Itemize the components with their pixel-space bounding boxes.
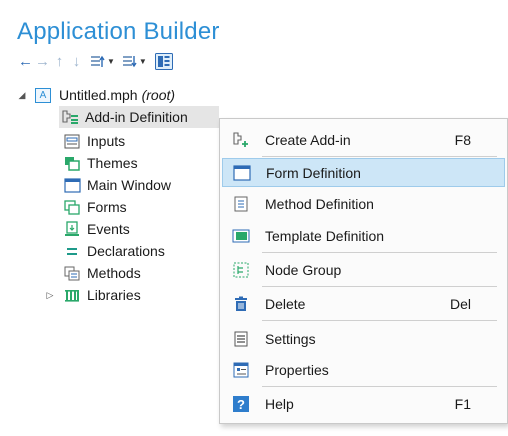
template-definition-icon <box>230 227 252 245</box>
arrow-up-icon[interactable]: ↑ <box>51 52 68 70</box>
show-panel-button[interactable] <box>154 52 173 70</box>
events-icon <box>63 221 81 237</box>
insert-above-icon <box>91 55 105 67</box>
menu-item-help[interactable]: ? Help F1 <box>222 389 505 418</box>
tree-node-label: Events <box>87 221 130 237</box>
menu-item-label: Properties <box>265 361 329 378</box>
menu-separator <box>262 252 497 253</box>
insert-above-dropdown[interactable]: ▼ <box>91 52 115 70</box>
tree-node-themes[interactable]: Themes <box>63 152 138 174</box>
tree-node-events[interactable]: Events <box>63 218 130 240</box>
arrow-left-icon[interactable]: ← <box>17 52 34 70</box>
create-add-in-icon <box>230 131 252 149</box>
tree-node-label: Inputs <box>87 133 126 149</box>
menu-item-label: Method Definition <box>265 195 374 212</box>
menu-item-create-add-in[interactable]: Create Add-in F8 <box>222 125 505 154</box>
menu-item-method-definition[interactable]: Method Definition <box>222 189 505 218</box>
menu-separator <box>262 156 497 157</box>
menu-separator <box>262 320 497 321</box>
tree-node-methods[interactable]: Methods <box>63 262 141 284</box>
tree-node-label: Libraries <box>87 287 141 303</box>
help-icon: ? <box>230 395 252 413</box>
properties-icon <box>230 361 252 379</box>
form-definition-icon <box>231 164 253 182</box>
toolbar: ← → ↑ ↓ ▼ ▼ <box>17 52 173 70</box>
menu-item-label: Delete <box>265 295 306 312</box>
tree-node-label: Main Window <box>87 177 172 193</box>
menu-item-label: Template Definition <box>265 227 385 244</box>
menu-item-template-definition[interactable]: Template Definition <box>222 221 505 250</box>
libraries-icon <box>63 287 81 303</box>
inputs-icon <box>63 133 81 149</box>
tree-node-declarations[interactable]: Declarations <box>63 240 165 262</box>
main-window-icon <box>63 177 81 193</box>
menu-item-label: Form Definition <box>266 164 361 181</box>
arrow-right-icon[interactable]: → <box>34 52 51 70</box>
menu-item-node-group[interactable]: Node Group <box>222 255 505 284</box>
menu-item-label: Settings <box>265 330 316 347</box>
method-definition-icon <box>230 195 252 213</box>
insert-below-icon <box>122 55 137 67</box>
themes-icon <box>63 155 81 171</box>
menu-separator <box>262 286 497 287</box>
menu-item-form-definition[interactable]: Form Definition <box>222 158 505 187</box>
node-group-icon <box>230 261 252 279</box>
tree-node-main-window[interactable]: Main Window <box>63 174 171 196</box>
svg-text:?: ? <box>237 397 245 412</box>
context-menu: Create Add-in F8 Form Definition Method … <box>219 118 508 424</box>
menu-item-shortcut: F8 <box>454 131 471 148</box>
delete-icon <box>230 295 252 313</box>
tree-node-label: Add-in Definition <box>85 109 188 125</box>
tree-node-label: Methods <box>87 265 141 281</box>
menu-separator <box>262 386 497 387</box>
root-tag: (root) <box>141 87 176 103</box>
menu-item-properties[interactable]: Properties <box>222 355 505 384</box>
forms-icon <box>63 199 81 215</box>
tree-node-label: Themes <box>87 155 138 171</box>
tree-node-root[interactable]: ◢ A Untitled.mph (root) <box>17 84 176 106</box>
menu-item-delete[interactable]: Delete Del <box>222 289 505 318</box>
tree-node-label: Forms <box>87 199 127 215</box>
declarations-icon <box>63 243 81 259</box>
settings-icon <box>230 330 252 348</box>
arrow-down-icon[interactable]: ↓ <box>68 52 85 70</box>
methods-icon <box>63 265 81 281</box>
insert-below-dropdown[interactable]: ▼ <box>122 52 147 70</box>
tree-node-inputs[interactable]: Inputs <box>63 130 125 152</box>
menu-item-label: Help <box>265 395 294 412</box>
expand-arrow-icon[interactable]: ◢ <box>17 90 27 101</box>
tree-node-forms[interactable]: Forms <box>63 196 127 218</box>
menu-item-label: Node Group <box>265 261 342 278</box>
panel-toggle-icon <box>154 52 173 70</box>
chevron-down-icon: ▼ <box>138 56 147 66</box>
menu-item-settings[interactable]: Settings <box>222 324 505 353</box>
menu-item-shortcut: Del <box>449 295 471 312</box>
tree-node-label: Declarations <box>87 243 165 259</box>
menu-item-label: Create Add-in <box>265 131 351 148</box>
tree-node-label: Untitled.mph <box>59 87 138 103</box>
add-in-definition-icon <box>61 109 79 125</box>
panel-title: Application Builder <box>17 18 220 45</box>
tree-node-add-in-definition[interactable]: Add-in Definition <box>59 106 219 128</box>
menu-item-shortcut: F1 <box>454 395 471 412</box>
expand-arrow-icon[interactable]: ▷ <box>45 290 55 301</box>
chevron-down-icon: ▼ <box>107 56 115 66</box>
tree-node-libraries[interactable]: ▷ Libraries <box>45 284 141 306</box>
root-node-icon: A <box>35 87 51 103</box>
